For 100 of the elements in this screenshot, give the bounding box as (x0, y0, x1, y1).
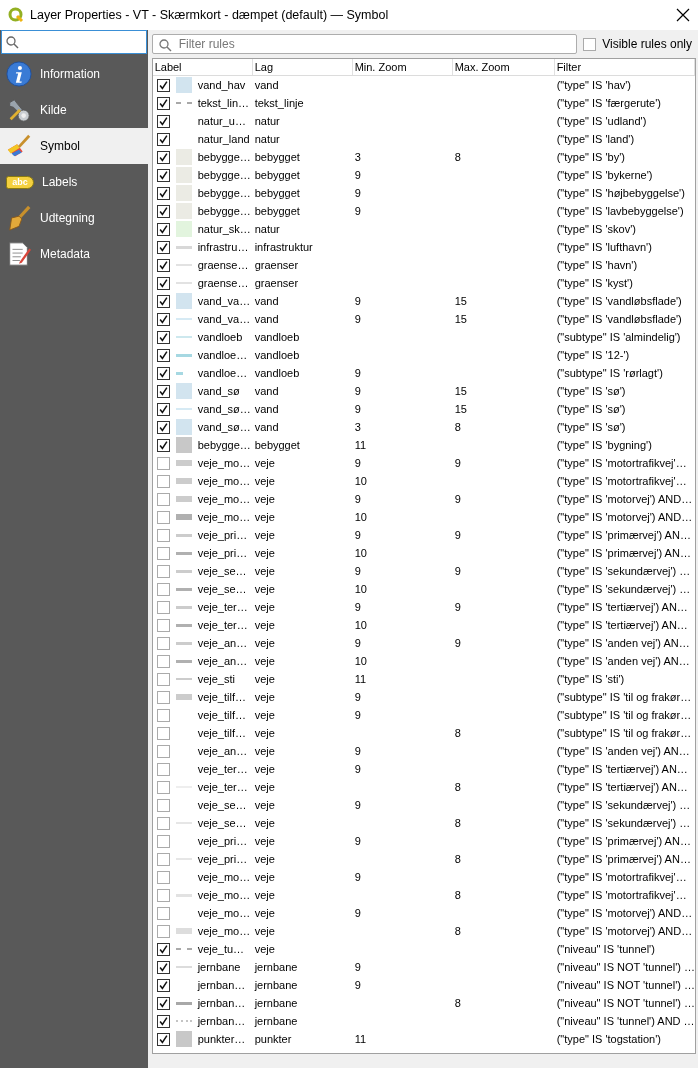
column-header[interactable]: Filter (554, 59, 695, 75)
table-cell: 9 (354, 295, 361, 307)
checkbox[interactable] (156, 186, 170, 200)
checkbox[interactable] (156, 600, 170, 614)
table-cell: 9 (354, 457, 361, 469)
table-cell-text: ("type" IS 'tertiærvej') AN… (555, 601, 689, 613)
rule-label: bebygge… (197, 439, 251, 451)
search-field[interactable] (1, 30, 147, 54)
checkbox[interactable] (156, 996, 170, 1010)
checkbox[interactable] (156, 834, 170, 848)
table-cell-text: ("type" IS 'sø') (555, 385, 627, 397)
rule-label: vandloe… (197, 367, 248, 379)
table-cell-text: ("type" IS 'bykerne') (555, 169, 654, 181)
checkbox[interactable] (156, 1014, 170, 1028)
table-cell-text: ("subtype" IS 'til og frakør… (555, 691, 693, 703)
checkbox[interactable] (156, 492, 170, 506)
checkbox[interactable] (156, 474, 170, 488)
sidebar-item[interactable]: Symbol (0, 128, 148, 164)
table-cell-text: veje (253, 565, 276, 577)
column-header[interactable]: Max. Zoom (452, 59, 555, 75)
table-cell: 8 (454, 997, 461, 1009)
sidebar-item[interactable]: abc Labels (0, 164, 148, 200)
checkbox[interactable] (156, 546, 170, 560)
checkbox[interactable] (156, 114, 170, 128)
close-icon[interactable] (676, 8, 690, 22)
paintbrush-icon (6, 133, 32, 159)
table-cell: 9 (354, 385, 361, 397)
checkbox[interactable] (156, 780, 170, 794)
checkbox[interactable] (156, 960, 170, 974)
checkbox[interactable] (156, 726, 170, 740)
checkbox[interactable] (156, 654, 170, 668)
checkbox[interactable] (156, 1032, 170, 1046)
checkbox[interactable] (156, 348, 170, 362)
checkbox[interactable] (156, 924, 170, 938)
checkbox[interactable] (583, 37, 597, 51)
checkbox[interactable] (156, 888, 170, 902)
table-cell-text: jernbane (253, 1015, 299, 1027)
checkbox[interactable] (156, 276, 170, 290)
table-cell: 15 (454, 313, 467, 325)
checkbox[interactable] (156, 384, 170, 398)
checkbox[interactable] (156, 564, 170, 578)
table-cell-text: ("subtype" IS 'almindelig') (555, 331, 682, 343)
rule-label: vand_va… (197, 295, 251, 307)
table-cell-text: ("type" IS 'sø') (555, 403, 627, 415)
checkbox[interactable] (156, 312, 170, 326)
checkbox[interactable] (156, 942, 170, 956)
table-cell: 9 (354, 529, 361, 541)
checkbox[interactable] (156, 438, 170, 452)
checkbox[interactable] (156, 672, 170, 686)
table-cell-text: ("type" IS 'anden vej') AN… (555, 745, 691, 757)
checkbox[interactable] (156, 510, 170, 524)
table-cell-text: veje (253, 889, 276, 901)
sidebar-item[interactable]: Metadata (0, 236, 148, 272)
checkbox[interactable] (156, 366, 170, 380)
checkbox[interactable] (156, 906, 170, 920)
checkbox[interactable] (156, 816, 170, 830)
table-cell: 9 (354, 169, 361, 181)
checkbox[interactable] (156, 618, 170, 632)
sidebar-item[interactable]: Udtegning (0, 200, 148, 236)
table-cell: 11 (354, 673, 367, 685)
checkbox[interactable] (156, 528, 170, 542)
checkbox[interactable] (156, 798, 170, 812)
checkbox[interactable] (156, 150, 170, 164)
checkbox[interactable] (156, 222, 170, 236)
checkbox[interactable] (156, 690, 170, 704)
table-cell-text: veje (253, 673, 276, 685)
column-header[interactable]: Min. Zoom (352, 59, 453, 75)
checkbox[interactable] (156, 420, 170, 434)
table-cell-text: ("type" IS 'skov') (555, 223, 637, 235)
checkbox[interactable] (156, 96, 170, 110)
checkbox[interactable] (156, 708, 170, 722)
checkbox[interactable] (156, 258, 170, 272)
column-header[interactable]: Lag (252, 59, 353, 75)
checkbox[interactable] (156, 870, 170, 884)
checkbox[interactable] (156, 456, 170, 470)
checkbox[interactable] (156, 294, 170, 308)
rule-label: veje_mo… (197, 457, 251, 469)
column-header[interactable]: Label (152, 59, 253, 75)
checkbox[interactable] (156, 636, 170, 650)
checkbox[interactable] (156, 978, 170, 992)
checkbox[interactable] (156, 402, 170, 416)
table-cell-text: veje (253, 709, 276, 721)
sidebar-item[interactable]: Information (0, 56, 148, 92)
checkbox[interactable] (156, 744, 170, 758)
sidebar-item[interactable]: Kilde (0, 92, 148, 128)
checkbox[interactable] (156, 78, 170, 92)
rule-label: infrastru… (197, 241, 249, 253)
checkbox[interactable] (156, 582, 170, 596)
checkbox[interactable] (156, 240, 170, 254)
rule-label: vand_hav (197, 79, 246, 91)
table-cell-text: vand (253, 421, 280, 433)
table-cell-text: ("type" IS 'vandløbsflade') (555, 295, 683, 307)
checkbox[interactable] (156, 330, 170, 344)
checkbox[interactable] (156, 132, 170, 146)
checkbox[interactable] (156, 168, 170, 182)
checkbox[interactable] (156, 762, 170, 776)
checkbox[interactable] (156, 852, 170, 866)
checkbox[interactable] (156, 204, 170, 218)
table-cell: 9 (354, 907, 361, 919)
filter-field[interactable]: Filter rules (151, 34, 578, 54)
